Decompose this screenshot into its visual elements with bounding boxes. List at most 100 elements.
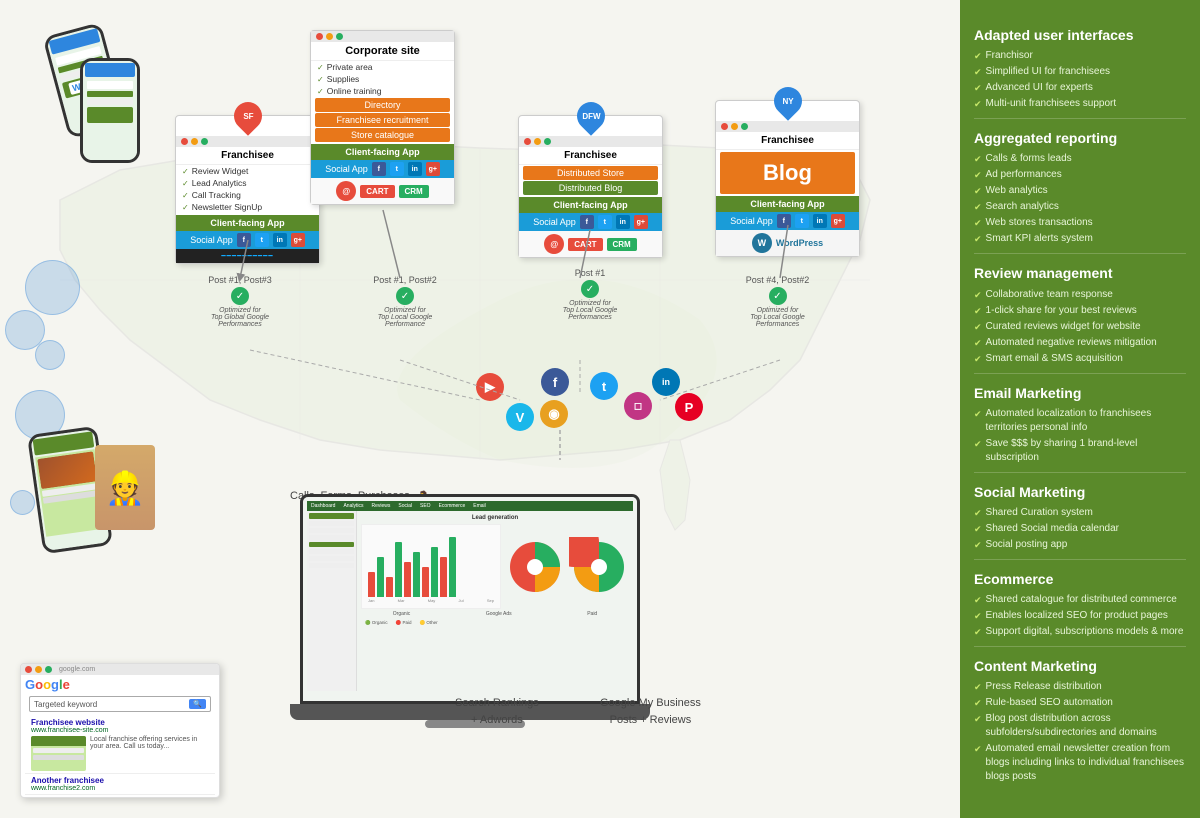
dfw-plugins: @ CART CRM <box>519 231 662 257</box>
dfw-box-title: Franchisee <box>519 147 662 165</box>
ny-client-bar: Client-facing App <box>716 196 859 212</box>
adapted-item-3: ✔Advanced UI for experts <box>974 80 1186 96</box>
pin-ny-label: NY <box>782 97 793 106</box>
instagram-icon: ◻ <box>624 392 652 420</box>
corp-li-icon: in <box>408 162 422 176</box>
corp-recruitment: Franchisee recruitment <box>315 113 450 127</box>
ny-gp-icon: g+ <box>831 214 845 228</box>
google-titlebar: google.com <box>21 664 219 675</box>
dfw-fb-icon: f <box>580 215 594 229</box>
google-search-btn[interactable]: 🔍 <box>189 699 206 709</box>
adapted-item-4: ✔Multi-unit franchisees support <box>974 96 1186 112</box>
corp-cart-btn[interactable]: CART <box>360 185 394 198</box>
result2-title: Another franchisee <box>31 776 209 785</box>
adapted-item-1: ✔Franchisor <box>974 48 1186 64</box>
google-result-1: Franchisee website www.franchisee-site.c… <box>25 716 215 774</box>
dfw-social-bar: Social App f t in g+ <box>519 213 662 231</box>
pin-dfw-label: DFW <box>581 112 599 121</box>
adapted-item-2: ✔Simplified UI for franchisees <box>974 64 1186 80</box>
ny-box-title: Franchisee <box>716 132 859 150</box>
sf-item-2: ✓Lead Analytics <box>176 177 319 189</box>
dfw-cart-btn[interactable]: CART <box>568 238 602 251</box>
dfw-titlebar <box>519 136 662 147</box>
bar-7 <box>422 567 429 597</box>
bar-2 <box>377 557 384 597</box>
divider-2 <box>974 253 1186 254</box>
youtube-icon: ▶ <box>476 373 504 401</box>
corp-post-label: Post #1, Post#2 ✓ Optimized forTop Local… <box>360 275 450 328</box>
sf-item-4: ✓Newsletter SignUp <box>176 201 319 213</box>
bar-1 <box>368 572 375 597</box>
sf-titlebar <box>176 136 319 147</box>
sf-brand-bar: ━━━━━━━━━━ <box>176 249 319 263</box>
franchisee-ny-box: NY Franchisee Blog Client-facing App Soc… <box>715 100 860 257</box>
laptop: DashboardAnalyticsReviewsSocialSEOEcomme… <box>300 494 650 728</box>
corp-gp-icon: g+ <box>426 162 440 176</box>
corporate-site-box: Corporate site ✓Private area ✓Supplies ✓… <box>310 30 455 205</box>
dfw-li-icon: in <box>616 215 630 229</box>
sidebar: Adapted user interfaces ✔Franchisor ✔Sim… <box>960 0 1200 818</box>
social-item-3: ✔Social posting app <box>974 537 1186 553</box>
social-marketing-title: Social Marketing <box>974 483 1186 501</box>
content-item-2: ✔Rule-based SEO automation <box>974 695 1186 711</box>
ny-tw-icon: t <box>795 214 809 228</box>
divider-1 <box>974 118 1186 119</box>
sf-tw-icon: t <box>255 233 269 247</box>
dashboard-nav: DashboardAnalyticsReviewsSocialSEOEcomme… <box>307 501 633 511</box>
content-marketing-title: Content Marketing <box>974 657 1186 675</box>
pie-2 <box>569 537 629 597</box>
dfw-optimized-text: Optimized forTop Local GooglePerformance… <box>550 300 630 321</box>
google-search-bar[interactable]: Targeted keyword 🔍 <box>29 696 211 712</box>
ecommerce-item-3: ✔Support digital, subscriptions models &… <box>974 624 1186 640</box>
reporting-item-1: ✔Calls & forms leads <box>974 151 1186 167</box>
bar-3 <box>386 577 393 597</box>
sf-social-bar: Social App f t in g+ <box>176 231 319 249</box>
dfw-post-text: Post #1 <box>550 268 630 278</box>
corp-tw-icon: t <box>390 162 404 176</box>
divider-4 <box>974 472 1186 473</box>
corp-plugins: @ CART CRM <box>311 178 454 204</box>
ny-wordpress-label: WordPress <box>776 238 823 248</box>
corp-item-supplies: ✓Supplies <box>311 73 454 85</box>
bar-chart-labels: JanMarMayJulSep <box>364 597 498 604</box>
sidebar-section-aggregated-reporting: Aggregated reporting ✔Calls & forms lead… <box>974 129 1186 247</box>
dfw-crm-btn[interactable]: CRM <box>607 238 637 251</box>
dfw-optimized-badge: ✓ <box>581 280 599 298</box>
dfw-post-label: Post #1 ✓ Optimized forTop Local GoogleP… <box>550 268 630 321</box>
ny-social-bar: Social App f t in g+ <box>716 212 859 230</box>
reporting-item-4: ✔Search analytics <box>974 199 1186 215</box>
social-item-2: ✔Shared Social media calendar <box>974 521 1186 537</box>
reporting-item-6: ✔Smart KPI alerts system <box>974 231 1186 247</box>
divider-6 <box>974 646 1186 647</box>
sidebar-section-email-marketing: Email Marketing ✔Automated localization … <box>974 384 1186 466</box>
result2-url: www.franchise2.com <box>31 785 209 792</box>
reporting-item-2: ✔Ad performances <box>974 167 1186 183</box>
bar-9 <box>440 557 447 597</box>
franchisee-dfw-box: DFW Franchisee Distributed Store Distrib… <box>518 115 663 258</box>
ny-optimized-text: Optimized forTop Local GooglePerformance… <box>730 307 825 328</box>
email-item-1: ✔Automated localization to franchisees t… <box>974 406 1186 436</box>
sf-optimized-badge: ✓ <box>231 287 249 305</box>
dfw-distributed-store: Distributed Store <box>523 166 658 180</box>
divider-3 <box>974 373 1186 374</box>
ny-post-label: Post #4, Post#2 ✓ Optimized forTop Local… <box>730 275 825 328</box>
linkedin-icon: in <box>652 368 680 396</box>
corp-item-training: ✓Online training <box>311 85 454 97</box>
content-item-1: ✔Press Release distribution <box>974 679 1186 695</box>
corp-optimized-badge: ✓ <box>396 287 414 305</box>
ny-fb-icon: f <box>777 214 791 228</box>
bar-10 <box>449 537 456 597</box>
sidebar-section-content-marketing: Content Marketing ✔Press Release distrib… <box>974 657 1186 785</box>
corp-crm-btn[interactable]: CRM <box>399 185 429 198</box>
sidebar-section-review-mgmt: Review management ✔Collaborative team re… <box>974 264 1186 366</box>
corp-social-bar: Social App f t in g+ <box>311 160 454 178</box>
corp-fb-icon: f <box>372 162 386 176</box>
pin-sf-label: SF <box>242 112 252 121</box>
rss-icon: ◉ <box>540 400 568 428</box>
adapted-ui-title: Adapted user interfaces <box>974 26 1186 44</box>
result-url: www.franchisee-site.com <box>31 727 209 734</box>
vimeo-icon: V <box>506 403 534 431</box>
dfw-tw-icon: t <box>598 215 612 229</box>
main-area: WordL <box>0 0 960 818</box>
review-item-2: ✔1-click share for your best reviews <box>974 303 1186 319</box>
